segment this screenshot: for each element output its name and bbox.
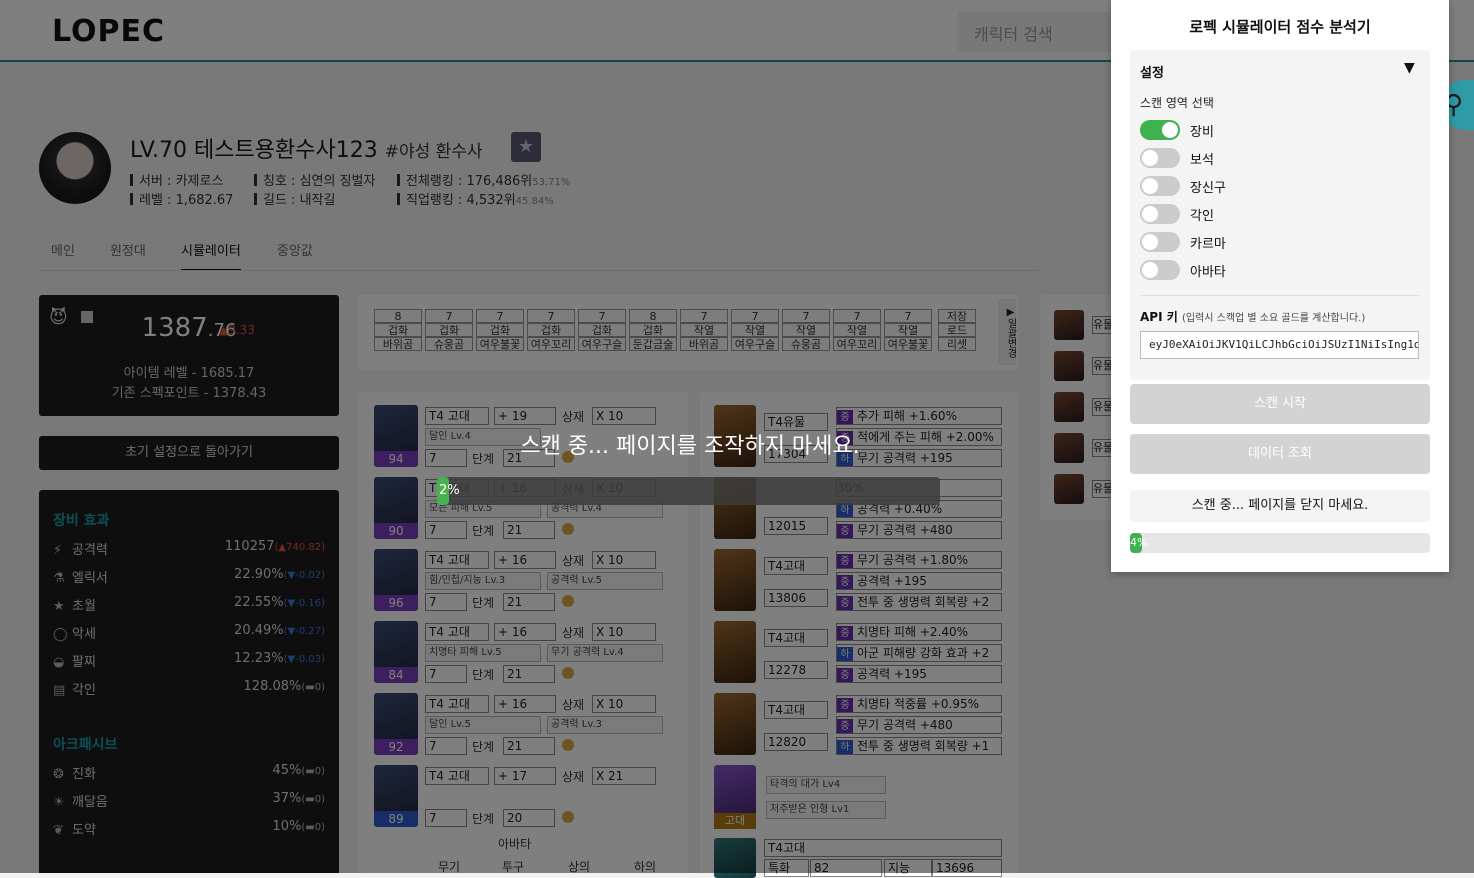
- toggle-label: 아바타: [1190, 265, 1226, 280]
- toggle-knob: [1162, 122, 1178, 138]
- toggle-switch[interactable]: [1140, 176, 1180, 196]
- toggle-knob: [1142, 262, 1158, 278]
- toggle-knob: [1142, 178, 1158, 194]
- scan-area-label: 스캔 영역 선택: [1140, 96, 1214, 110]
- data-query-button[interactable]: 데이터 조회: [1130, 434, 1430, 474]
- toggle-knob: [1142, 206, 1158, 222]
- scan-overlay-progress-text: 2%: [439, 483, 460, 498]
- toggle-switch[interactable]: [1140, 148, 1180, 168]
- scan-start-button[interactable]: 스캔 시작: [1130, 384, 1430, 424]
- toggle-switch[interactable]: [1140, 204, 1180, 224]
- scan-overlay-progress: 2%: [437, 477, 940, 505]
- toggle-label: 카르마: [1190, 237, 1226, 252]
- settings-box: 설정 ▼ 스캔 영역 선택 장비보석장신구각인카르마아바타 API 키 (입력시…: [1130, 50, 1430, 380]
- toggle-switch[interactable]: [1140, 232, 1180, 252]
- toggle-label: 보석: [1190, 153, 1214, 168]
- toggle-switch[interactable]: [1140, 120, 1180, 140]
- scan-overlay-message: 스캔 중... 페이지를 조작하지 마세요.: [520, 434, 860, 459]
- api-key-input[interactable]: eyJ0eXAiOiJKV1QiLCJhbGciOiJSUzI1NiIsIng1…: [1140, 331, 1419, 359]
- analyzer-progress: 4%: [1130, 533, 1430, 553]
- settings-label[interactable]: 설정: [1140, 62, 1164, 81]
- toggle-label: 장신구: [1190, 181, 1226, 196]
- analyzer-progress-text: 4%: [1130, 536, 1148, 549]
- collapse-arrow-icon[interactable]: ▼: [1404, 60, 1415, 76]
- divider: [1140, 295, 1419, 296]
- toggle-knob: [1142, 150, 1158, 166]
- toggle-switch[interactable]: [1140, 260, 1180, 280]
- api-key-label: API 키 (입력시 스캑업 별 소요 골드를 계산합니다.): [1140, 310, 1366, 324]
- analyzer-panel: 로펙 시뮬레이터 점수 분석기 설정 ▼ 스캔 영역 선택 장비보석장신구각인카…: [1111, 0, 1449, 572]
- toggle-label: 장비: [1190, 125, 1214, 140]
- analyzer-title: 로펙 시뮬레이터 점수 분석기: [1189, 18, 1371, 36]
- toggle-knob: [1142, 234, 1158, 250]
- toggle-label: 각인: [1190, 209, 1214, 224]
- scan-status: 스캔 중... 페이지를 닫지 마세요.: [1130, 490, 1430, 522]
